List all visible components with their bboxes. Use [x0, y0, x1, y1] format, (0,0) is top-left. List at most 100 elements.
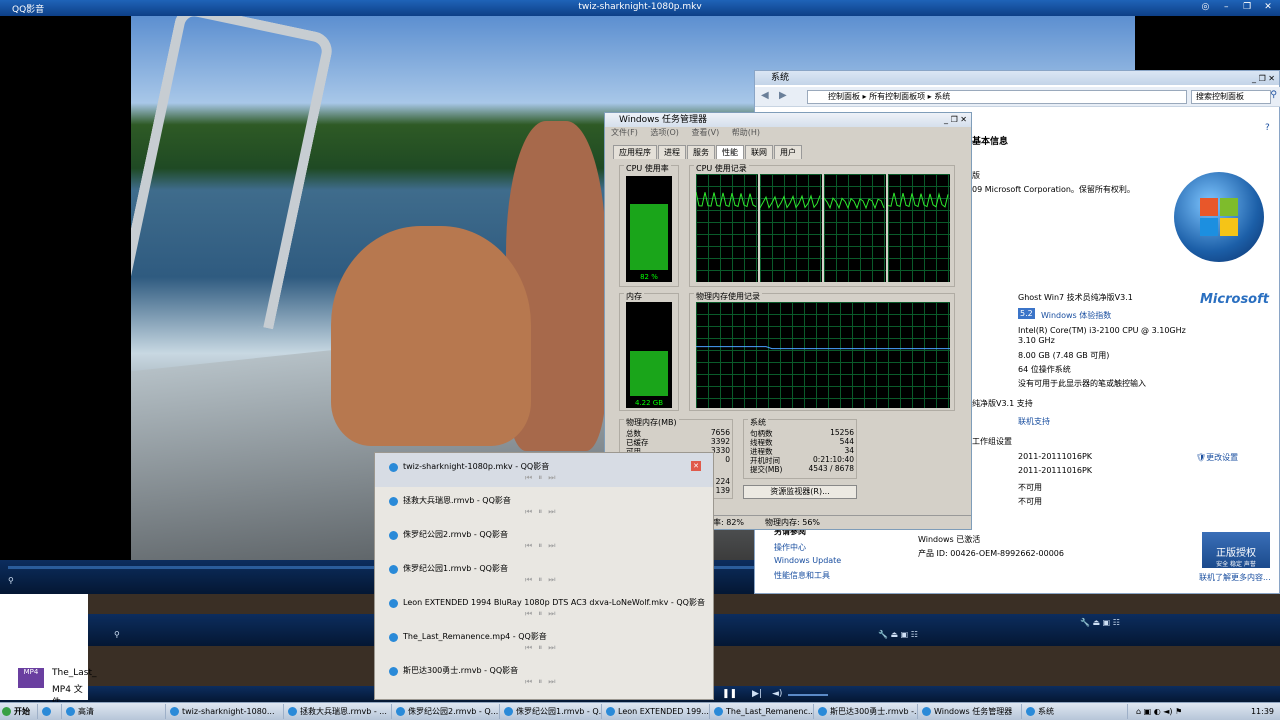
menu-file[interactable]: 文件(F) [611, 128, 638, 137]
app-icon [714, 707, 723, 716]
back-icon[interactable]: ◀ [761, 90, 769, 101]
genuine-badge-label: 正版授权 [1216, 548, 1256, 559]
taskbar-item[interactable]: The_Last_Remanenc... [712, 704, 814, 719]
memory-history-graph [696, 302, 950, 408]
tool-icons[interactable]: 🔧 ⏏ ▣ ☷ [878, 630, 918, 639]
settings-icon[interactable]: ◎ [1199, 1, 1211, 13]
thumbnail-title: twiz-sharknight-1080p.mkv - QQ影音 [403, 462, 550, 471]
learn-more-link[interactable]: 联机了解更多内容... [1199, 572, 1271, 583]
online-support-link[interactable]: 联机支持 [1018, 416, 1050, 427]
thumbnail-item[interactable]: 斯巴达300勇士.rmvb - QQ影音 ⏮⏸⏭ [375, 657, 713, 691]
taskbar-item[interactable]: Leon EXTENDED 199... [604, 704, 710, 719]
search-icon[interactable]: ⚲ [1270, 90, 1277, 100]
thumbnail-title: Leon EXTENDED 1994 BluRay 1080p DTS AC3 … [403, 598, 705, 607]
thumbnail-title: 拯救大兵瑞恩.rmvb - QQ影音 [403, 496, 511, 505]
cpu-core-graph [888, 174, 950, 282]
system-window-controls[interactable]: _ ❐ ✕ [1252, 72, 1275, 86]
taskbar-item[interactable]: 高清 [64, 704, 166, 719]
close-icon[interactable]: ✕ [1262, 1, 1274, 13]
thumbnail-controls[interactable]: ⏮⏸⏭ [525, 473, 561, 483]
app-icon [170, 707, 179, 716]
thumbnail-controls[interactable]: ⏮⏸⏭ [525, 609, 561, 619]
breadcrumb[interactable]: 控制面板 ▸ 所有控制面板项 ▸ 系统 [807, 90, 1187, 104]
taskbar-item[interactable]: 拯救大兵瑞恩.rmvb - ... [286, 704, 392, 719]
taskbar-item[interactable]: twiz-sharknight-1080... [168, 704, 284, 719]
breadcrumb-system[interactable]: 系统 [934, 92, 950, 101]
thumbnail-item[interactable]: 侏罗纪公园2.rmvb - QQ影音 ⏮⏸⏭ [375, 521, 713, 555]
action-center-link[interactable]: 操作中心 [774, 542, 806, 553]
tab-networking[interactable]: 联网 [745, 145, 773, 159]
volume-icon[interactable]: ◄) [772, 689, 782, 699]
restore-icon[interactable]: ❐ [1241, 1, 1253, 13]
system-tray: ⌂ ▣ ◐ ◄) ⚑ 11:39 [1130, 704, 1280, 719]
next-icon[interactable]: ▶| [752, 689, 762, 699]
desktop-area: MP4 The_Last_ MP4 文件 [0, 594, 97, 708]
thumbnail-controls[interactable]: ⏮⏸⏭ [525, 575, 561, 585]
help-icon[interactable]: ? [1265, 123, 1270, 133]
tool-icons-2[interactable]: 🔧 ⏏ ▣ ☷ [1080, 618, 1120, 627]
stat-value: 15256 [830, 428, 854, 437]
logo-red [1200, 198, 1218, 216]
start-button[interactable]: 开始 [0, 704, 38, 719]
genuine-badge-sub: 安全 稳定 声誉 [1216, 561, 1256, 568]
player-window-controls: ◎ – ❐ ✕ [1193, 1, 1274, 13]
tab-performance[interactable]: 性能 [716, 145, 744, 159]
thumbnail-controls[interactable]: ⏮⏸⏭ [525, 677, 561, 687]
oem-name: Ghost Win7 技术员纯净版V3.1 [1018, 293, 1133, 302]
ie-quicklaunch[interactable] [40, 704, 62, 719]
memory-history-group: 物理内存使用记录 [689, 291, 955, 411]
system-stats-header: 系统 [748, 417, 768, 428]
tab-applications[interactable]: 应用程序 [613, 145, 657, 159]
pen-touch: 没有可用于此显示器的笔或触控输入 [1018, 379, 1146, 388]
pause-icon[interactable]: ❚❚ [722, 689, 737, 699]
minimize-icon[interactable]: – [1220, 1, 1232, 13]
performance-tools-link[interactable]: 性能信息和工具 [774, 570, 830, 581]
playlist-icon[interactable]: ⚲ [8, 576, 18, 585]
breadcrumb-control-panel[interactable]: 控制面板 [828, 92, 860, 101]
thumbnail-item[interactable]: twiz-sharknight-1080p.mkv - QQ影音 ⏮⏸⏭ ✕ [375, 453, 713, 487]
menu-view[interactable]: 查看(V) [691, 128, 719, 137]
volume-slider[interactable] [788, 694, 828, 696]
tab-services[interactable]: 服务 [687, 145, 715, 159]
tab-users[interactable]: 用户 [774, 145, 802, 159]
taskbar-item[interactable]: 侏罗纪公园2.rmvb - Q... [394, 704, 500, 719]
qq-player-icon [389, 667, 398, 676]
full-computer-name: 2011-20111016PK [1018, 466, 1093, 475]
playlist-icon[interactable]: ⚲ [114, 630, 124, 639]
stat-value: 0 [725, 455, 730, 464]
thumbnail-item[interactable]: The_Last_Remanence.mp4 - QQ影音 ⏮⏸⏭ [375, 623, 713, 657]
taskbar-item-label: 侏罗纪公园2.rmvb - Q... [408, 707, 499, 716]
taskbar-item[interactable]: 系统 [1024, 704, 1128, 719]
thumbnail-item[interactable]: Leon EXTENDED 1994 BluRay 1080p DTS AC3 … [375, 589, 713, 623]
rating-link[interactable]: Windows 体验指数 [1041, 310, 1111, 321]
taskbar-item[interactable]: 斯巴达300勇士.rmvb -... [816, 704, 918, 719]
tab-processes[interactable]: 进程 [658, 145, 686, 159]
taskbar-item[interactable]: 侏罗纪公园1.rmvb - Q... [502, 704, 602, 719]
menu-options[interactable]: 选项(O) [650, 128, 679, 137]
genuine-badge[interactable]: 正版授权 安全 稳定 声誉 [1202, 532, 1270, 568]
support-section: 纯净版V3.1 支持 [972, 399, 1033, 408]
search-input[interactable]: 搜索控制面板 [1191, 90, 1271, 104]
mp4-file-icon[interactable]: MP4 [18, 668, 44, 688]
thumbnail-controls[interactable]: ⏮⏸⏭ [525, 643, 561, 653]
thumbnail-controls[interactable]: ⏮⏸⏭ [525, 541, 561, 551]
thumbnail-controls[interactable]: ⏮⏸⏭ [525, 507, 561, 517]
edition: 版 [972, 171, 980, 180]
forward-icon[interactable]: ▶ [779, 90, 787, 101]
change-settings-link[interactable]: 🛡更改设置 [1196, 452, 1238, 463]
thumbnail-item[interactable]: 拯救大兵瑞恩.rmvb - QQ影音 ⏮⏸⏭ [375, 487, 713, 521]
task-manager-window-controls[interactable]: _ ❐ ✕ [944, 113, 967, 127]
logo-green [1220, 198, 1238, 216]
menu-help[interactable]: 帮助(H) [732, 128, 760, 137]
resource-monitor-button[interactable]: 资源监视器(R)... [743, 485, 857, 499]
close-icon[interactable]: ✕ [691, 461, 701, 471]
app-icon [606, 707, 615, 716]
windows-update-link[interactable]: Windows Update [774, 556, 841, 565]
thumbnail-item[interactable]: 侏罗纪公园1.rmvb - QQ影音 ⏮⏸⏭ [375, 555, 713, 589]
tray-icons[interactable]: ⌂ ▣ ◐ ◄) ⚑ [1136, 704, 1182, 719]
taskbar-item[interactable]: Windows 任务管理器 [920, 704, 1022, 719]
start-label: 开始 [14, 707, 30, 716]
breadcrumb-all-items[interactable]: 所有控制面板项 [869, 92, 925, 101]
app-icon [504, 707, 513, 716]
taskbar-item-label: Windows 任务管理器 [934, 707, 1013, 716]
